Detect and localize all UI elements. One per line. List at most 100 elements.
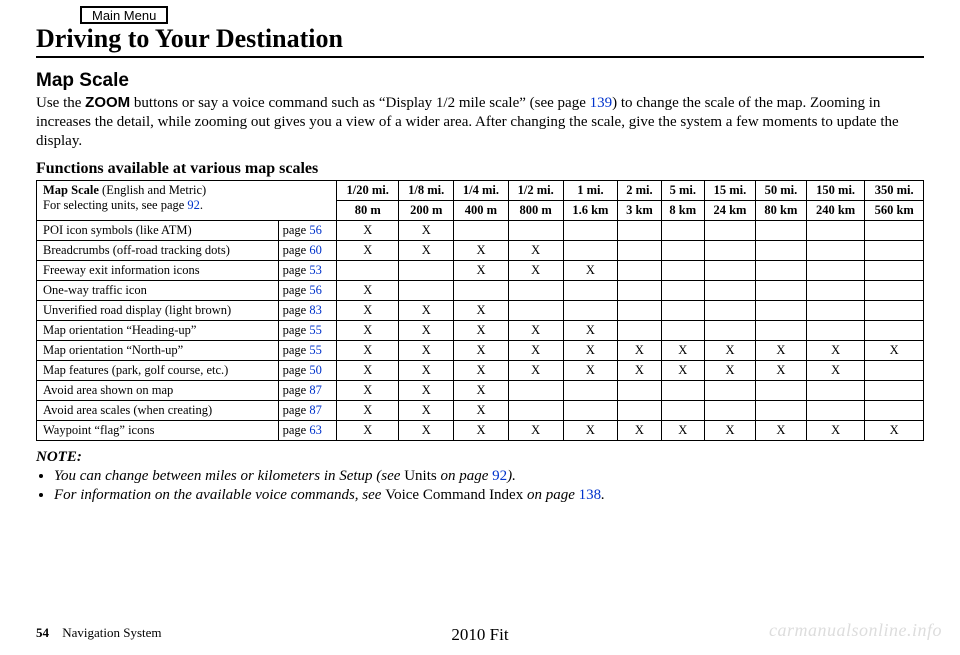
scale-col-metric: 3 km xyxy=(618,201,661,221)
feature-mark xyxy=(563,241,618,261)
page-link-92-header[interactable]: 92 xyxy=(187,198,200,212)
feature-mark: X xyxy=(399,361,454,381)
feature-mark: X xyxy=(399,241,454,261)
feature-mark: X xyxy=(563,421,618,441)
scale-col-metric: 240 km xyxy=(806,201,865,221)
feature-mark xyxy=(618,241,661,261)
feature-mark xyxy=(508,381,563,401)
page-link[interactable]: 50 xyxy=(309,363,322,377)
table-row: Avoid area shown on mappage 87XXX xyxy=(37,381,924,401)
feature-mark: X xyxy=(454,421,509,441)
note2-mid: on page xyxy=(523,487,578,503)
page-link[interactable]: 87 xyxy=(309,403,322,417)
page-word: page xyxy=(283,323,310,337)
page-word: page xyxy=(283,403,310,417)
page-link-138-note[interactable]: 138 xyxy=(579,487,602,503)
feature-mark xyxy=(563,401,618,421)
page-link-139[interactable]: 139 xyxy=(590,95,613,111)
feature-mark: X xyxy=(399,221,454,241)
page-link[interactable]: 83 xyxy=(309,303,322,317)
feature-mark xyxy=(704,261,755,281)
table-row: Freeway exit information iconspage 53XXX xyxy=(37,261,924,281)
page-link[interactable]: 56 xyxy=(309,283,322,297)
feature-mark: X xyxy=(337,361,399,381)
scale-col-metric: 8 km xyxy=(661,201,704,221)
note2-roman: Voice Command Index xyxy=(385,487,523,503)
feature-mark: X xyxy=(865,421,924,441)
feature-mark xyxy=(865,261,924,281)
feature-mark: X xyxy=(399,321,454,341)
header-map-scale-rest: (English and Metric) xyxy=(99,183,206,197)
scale-col-metric: 560 km xyxy=(865,201,924,221)
feature-mark xyxy=(704,381,755,401)
feature-mark: X xyxy=(337,401,399,421)
feature-mark: X xyxy=(661,421,704,441)
page-link[interactable]: 55 xyxy=(309,343,322,357)
feature-mark xyxy=(865,221,924,241)
main-menu-button[interactable]: Main Menu xyxy=(80,6,168,24)
scale-col-english: 5 mi. xyxy=(661,181,704,201)
scale-col-metric: 24 km xyxy=(704,201,755,221)
feature-mark xyxy=(755,261,806,281)
feature-mark: X xyxy=(337,241,399,261)
feature-mark xyxy=(563,381,618,401)
scale-col-english: 1/2 mi. xyxy=(508,181,563,201)
feature-mark xyxy=(806,241,865,261)
note2-post: . xyxy=(601,487,605,503)
page-word: page xyxy=(283,283,310,297)
feature-mark xyxy=(661,401,704,421)
feature-mark xyxy=(508,281,563,301)
feature-mark: X xyxy=(508,361,563,381)
feature-mark: X xyxy=(508,321,563,341)
note1-post: ). xyxy=(507,468,516,484)
feature-mark xyxy=(865,321,924,341)
feature-mark: X xyxy=(337,301,399,321)
scale-col-metric: 80 km xyxy=(755,201,806,221)
page-word: page xyxy=(283,223,310,237)
feature-name: POI icon symbols (like ATM) xyxy=(37,221,279,241)
feature-mark: X xyxy=(563,341,618,361)
page-link-92-note[interactable]: 92 xyxy=(492,468,507,484)
page-link[interactable]: 55 xyxy=(309,323,322,337)
feature-mark xyxy=(806,321,865,341)
map-scale-table: Map Scale (English and Metric) For selec… xyxy=(36,180,924,441)
feature-mark: X xyxy=(399,341,454,361)
page-word: page xyxy=(283,423,310,437)
feature-mark xyxy=(704,221,755,241)
scale-col-english: 2 mi. xyxy=(618,181,661,201)
feature-mark: X xyxy=(704,421,755,441)
page-word: page xyxy=(283,303,310,317)
feature-page-ref: page 60 xyxy=(278,241,337,261)
scale-col-english: 1/4 mi. xyxy=(454,181,509,201)
feature-mark: X xyxy=(454,241,509,261)
page-word: page xyxy=(283,263,310,277)
feature-mark: X xyxy=(454,301,509,321)
feature-mark: X xyxy=(399,421,454,441)
section-heading-map-scale: Map Scale xyxy=(36,70,924,92)
page-link[interactable]: 53 xyxy=(309,263,322,277)
table-row: POI icon symbols (like ATM)page 56XX xyxy=(37,221,924,241)
table-caption: Functions available at various map scale… xyxy=(36,160,924,178)
feature-mark: X xyxy=(755,421,806,441)
feature-mark: X xyxy=(806,341,865,361)
feature-mark xyxy=(563,221,618,241)
zoom-label: ZOOM xyxy=(85,94,130,111)
feature-mark xyxy=(508,301,563,321)
feature-mark xyxy=(755,301,806,321)
table-row: Unverified road display (light brown)pag… xyxy=(37,301,924,321)
feature-mark xyxy=(618,381,661,401)
page-number: 54 xyxy=(36,625,49,640)
page-link[interactable]: 63 xyxy=(309,423,322,437)
page-link[interactable]: 60 xyxy=(309,243,322,257)
feature-mark xyxy=(454,221,509,241)
scale-col-metric: 400 m xyxy=(454,201,509,221)
footer-model: 2010 Fit xyxy=(451,625,508,645)
feature-mark xyxy=(618,301,661,321)
feature-mark xyxy=(563,301,618,321)
body-paragraph: Use the ZOOM buttons or say a voice comm… xyxy=(36,94,924,150)
feature-page-ref: page 55 xyxy=(278,321,337,341)
feature-mark xyxy=(661,221,704,241)
page-link[interactable]: 56 xyxy=(309,223,322,237)
page-word: page xyxy=(283,363,310,377)
page-link[interactable]: 87 xyxy=(309,383,322,397)
